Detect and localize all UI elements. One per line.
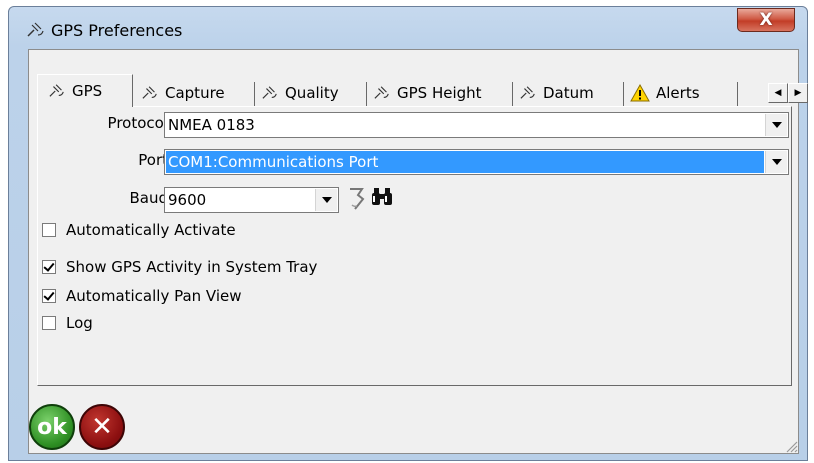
tab-label: Capture [165,84,225,102]
protocol-label: Protocol [107,114,168,132]
dialog-footer: ok ✕ [29,386,800,455]
chevron-down-icon[interactable] [315,189,337,211]
baud-value: 9600 [168,191,207,209]
tab-scroll-left-button[interactable]: ◀ [768,83,788,103]
tab-label: Quality [285,84,339,102]
auto-activate-checkbox[interactable]: Automatically Activate [42,221,236,239]
dialog-body: GPS Capture Quality GPS Height Datum Ale… [28,49,808,455]
ok-button[interactable]: ok [29,404,75,450]
title-bar[interactable]: GPS Preferences X [9,7,807,49]
cancel-icon: ✕ [91,412,113,442]
baud-label: Baud [129,189,168,207]
tab-scroll-arrows: ◀ ▶ [768,83,808,103]
left-arrow-icon: ◀ [774,88,782,98]
connection-test-icon[interactable] [346,185,366,211]
tab-gps-height[interactable]: GPS Height [373,79,482,107]
tab-strip: GPS Capture Quality GPS Height Datum Ale… [37,74,808,107]
chevron-down-icon[interactable] [765,151,787,173]
port-select[interactable]: COM1:Communications Port [164,149,789,175]
tab-capture[interactable]: Capture [141,79,225,107]
tab-label: GPS Height [397,84,482,102]
tab-alerts[interactable]: Alerts [630,79,700,107]
satellite-icon [262,86,277,99]
tab-label: GPS [72,82,103,100]
resize-grip-icon[interactable] [784,439,798,453]
protocol-value: NMEA 0183 [168,116,255,134]
checkbox-label: Log [66,314,93,332]
close-icon: X [759,10,773,30]
window-title: GPS Preferences [51,21,183,40]
tab-datum[interactable]: Datum [519,79,594,107]
gps-preferences-window: GPS Preferences X GPS Capture Quality GP… [8,6,808,461]
checkbox-label: Automatically Activate [66,221,236,239]
checkbox-label: Automatically Pan View [66,287,242,305]
binoculars-icon[interactable] [370,187,394,207]
checkbox-box[interactable] [42,223,56,237]
checkbox-box[interactable] [42,316,56,330]
satellite-icon [520,86,535,99]
auto-pan-view-checkbox[interactable]: Automatically Pan View [42,287,242,305]
tab-quality[interactable]: Quality [261,79,339,107]
checkbox-box[interactable] [42,289,56,303]
tab-separator [254,82,255,106]
baud-select[interactable]: 9600 [164,187,339,213]
cancel-button[interactable]: ✕ [79,404,125,450]
satellite-icon [49,84,64,97]
tab-separator [512,82,513,106]
tab-scroll-right-button[interactable]: ▶ [788,83,808,103]
show-gps-activity-checkbox[interactable]: Show GPS Activity in System Tray [42,258,317,276]
tab-separator [737,82,738,106]
close-button[interactable]: X [737,8,795,32]
port-value: COM1:Communications Port [168,153,379,171]
tab-label: Alerts [656,84,700,102]
satellite-icon [142,86,157,99]
checkbox-box[interactable] [42,260,56,274]
ok-label: ok [37,414,67,440]
checkbox-label: Show GPS Activity in System Tray [66,258,318,276]
chevron-down-icon[interactable] [765,114,787,136]
satellite-icon [27,22,44,37]
protocol-select[interactable]: NMEA 0183 [164,112,789,138]
tab-gps[interactable]: GPS [37,74,133,107]
satellite-icon [374,86,389,99]
tab-separator [623,82,624,106]
tab-separator [366,82,367,106]
tab-label: Datum [543,84,594,102]
right-arrow-icon: ▶ [794,88,802,98]
warning-icon [630,84,650,102]
log-checkbox[interactable]: Log [42,314,93,332]
gps-tab-panel: Protocol NMEA 0183 Port COM1:Communicati… [37,106,792,386]
